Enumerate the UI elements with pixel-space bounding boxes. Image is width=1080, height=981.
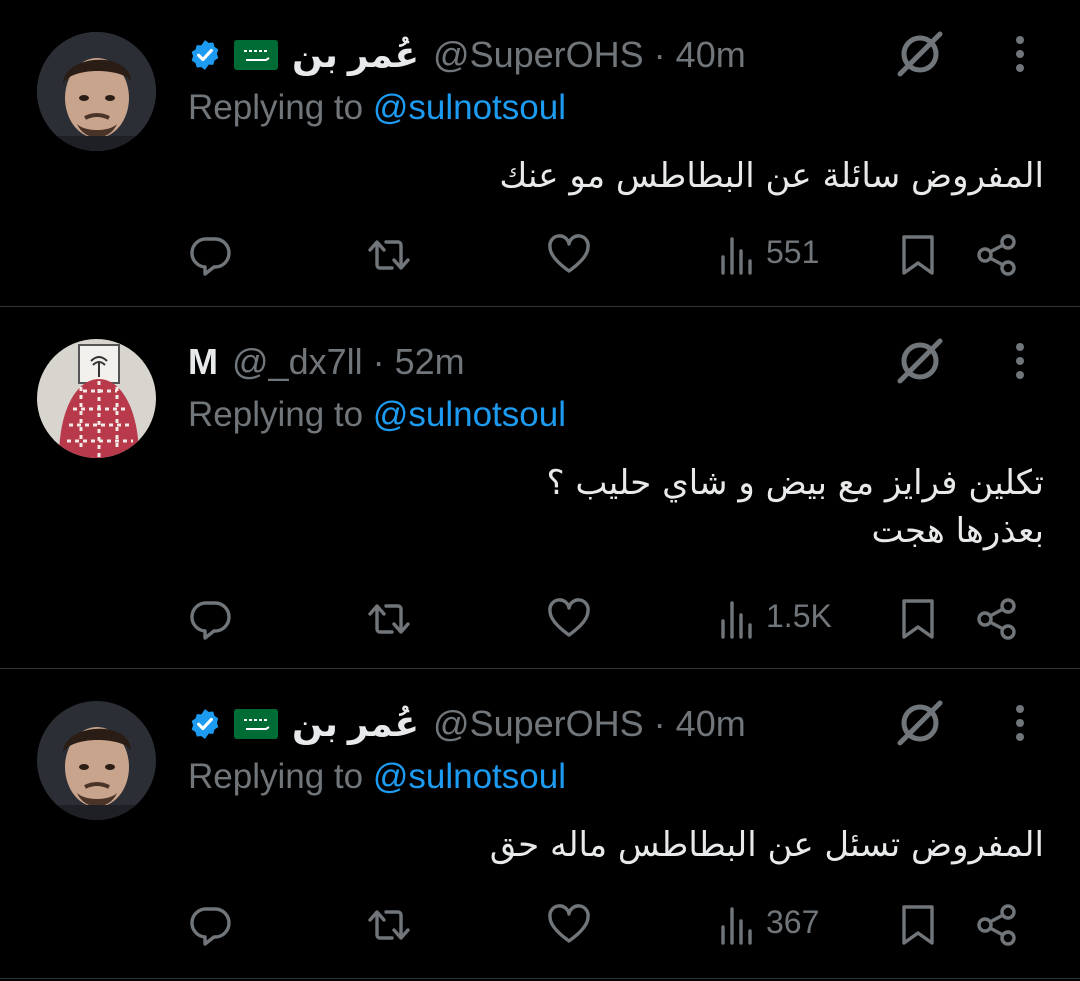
avatar[interactable]: [37, 32, 156, 151]
retweet-icon[interactable]: [367, 233, 411, 277]
share-icon[interactable]: [975, 233, 1019, 277]
avatar[interactable]: [37, 339, 156, 458]
tweet[interactable]: عُمر بن @SuperOHS · 40m Replying to @sul…: [0, 669, 1080, 979]
views-count: 367: [766, 904, 820, 940]
separator-dot: ·: [653, 34, 666, 75]
replying-to: Replying to @sulnotsoul: [188, 395, 566, 435]
bookmark-icon[interactable]: [896, 597, 940, 641]
retweet-icon[interactable]: [367, 597, 411, 641]
grok-icon[interactable]: [894, 697, 946, 749]
display-name[interactable]: عُمر بن: [292, 703, 419, 745]
grok-icon[interactable]: [894, 335, 946, 387]
replying-to: Replying to @sulnotsoul: [188, 757, 566, 797]
saudi-flag-icon: [234, 40, 278, 70]
tweet-header: عُمر بن @SuperOHS · 40m: [188, 699, 746, 749]
verified-badge-icon: [191, 709, 219, 739]
mention-link[interactable]: @sulnotsoul: [373, 395, 566, 434]
views-icon[interactable]: [718, 903, 762, 947]
mention-link[interactable]: @sulnotsoul: [373, 88, 566, 127]
timestamp[interactable]: 40m: [676, 703, 746, 745]
tweet-header: عُمر بن @SuperOHS · 40m: [188, 30, 746, 80]
action-bar: 367: [0, 895, 1080, 955]
mention-link[interactable]: @sulnotsoul: [373, 757, 566, 796]
saudi-flag-icon: [234, 709, 278, 739]
reply-icon[interactable]: [189, 903, 233, 947]
tweet[interactable]: عُمر بن @SuperOHS · 40m Replying to @sul…: [0, 0, 1080, 307]
views-icon[interactable]: [718, 597, 762, 641]
reply-icon[interactable]: [189, 597, 233, 641]
like-icon[interactable]: [547, 903, 591, 947]
user-handle[interactable]: @SuperOHS: [433, 34, 644, 76]
retweet-icon[interactable]: [367, 903, 411, 947]
display-name[interactable]: عُمر بن: [292, 34, 419, 76]
reply-icon[interactable]: [189, 233, 233, 277]
grok-icon[interactable]: [894, 28, 946, 80]
display-name[interactable]: M: [188, 341, 218, 383]
share-icon[interactable]: [975, 597, 1019, 641]
views-count: 1.5K: [766, 598, 832, 634]
bookmark-icon[interactable]: [896, 233, 940, 277]
timestamp[interactable]: 40m: [676, 34, 746, 76]
avatar[interactable]: [37, 701, 156, 820]
action-bar: 551: [0, 225, 1080, 285]
more-options-icon[interactable]: [1002, 701, 1038, 745]
replying-label: Replying to: [188, 88, 364, 127]
share-icon[interactable]: [975, 903, 1019, 947]
user-handle[interactable]: @_dx7ll: [232, 341, 363, 383]
timestamp[interactable]: 52m: [395, 341, 465, 383]
views-count: 551: [766, 234, 820, 270]
tweet-text: المفروض سائلة عن البطاطس مو عنك: [499, 156, 1044, 196]
tweet-text: المفروض تسئل عن البطاطس ماله حق: [489, 825, 1044, 865]
replying-label: Replying to: [188, 395, 364, 434]
tweet-header: M @_dx7ll · 52m: [188, 337, 465, 387]
more-options-icon[interactable]: [1002, 32, 1038, 76]
views-icon[interactable]: [718, 233, 762, 277]
tweet-text: تكلين فرايز مع بيض و شاي حليب ؟ بعذرها ه…: [546, 463, 1045, 551]
separator-dot: ·: [653, 703, 666, 744]
replying-label: Replying to: [188, 757, 364, 796]
separator-dot: ·: [372, 341, 385, 382]
verified-badge-icon: [191, 40, 219, 70]
like-icon[interactable]: [547, 597, 591, 641]
more-options-icon[interactable]: [1002, 339, 1038, 383]
like-icon[interactable]: [547, 233, 591, 277]
action-bar: 1.5K: [0, 589, 1080, 649]
user-handle[interactable]: @SuperOHS: [433, 703, 644, 745]
tweet[interactable]: M @_dx7ll · 52m Replying to @sulnotsoul …: [0, 307, 1080, 669]
bookmark-icon[interactable]: [896, 903, 940, 947]
replying-to: Replying to @sulnotsoul: [188, 88, 566, 128]
